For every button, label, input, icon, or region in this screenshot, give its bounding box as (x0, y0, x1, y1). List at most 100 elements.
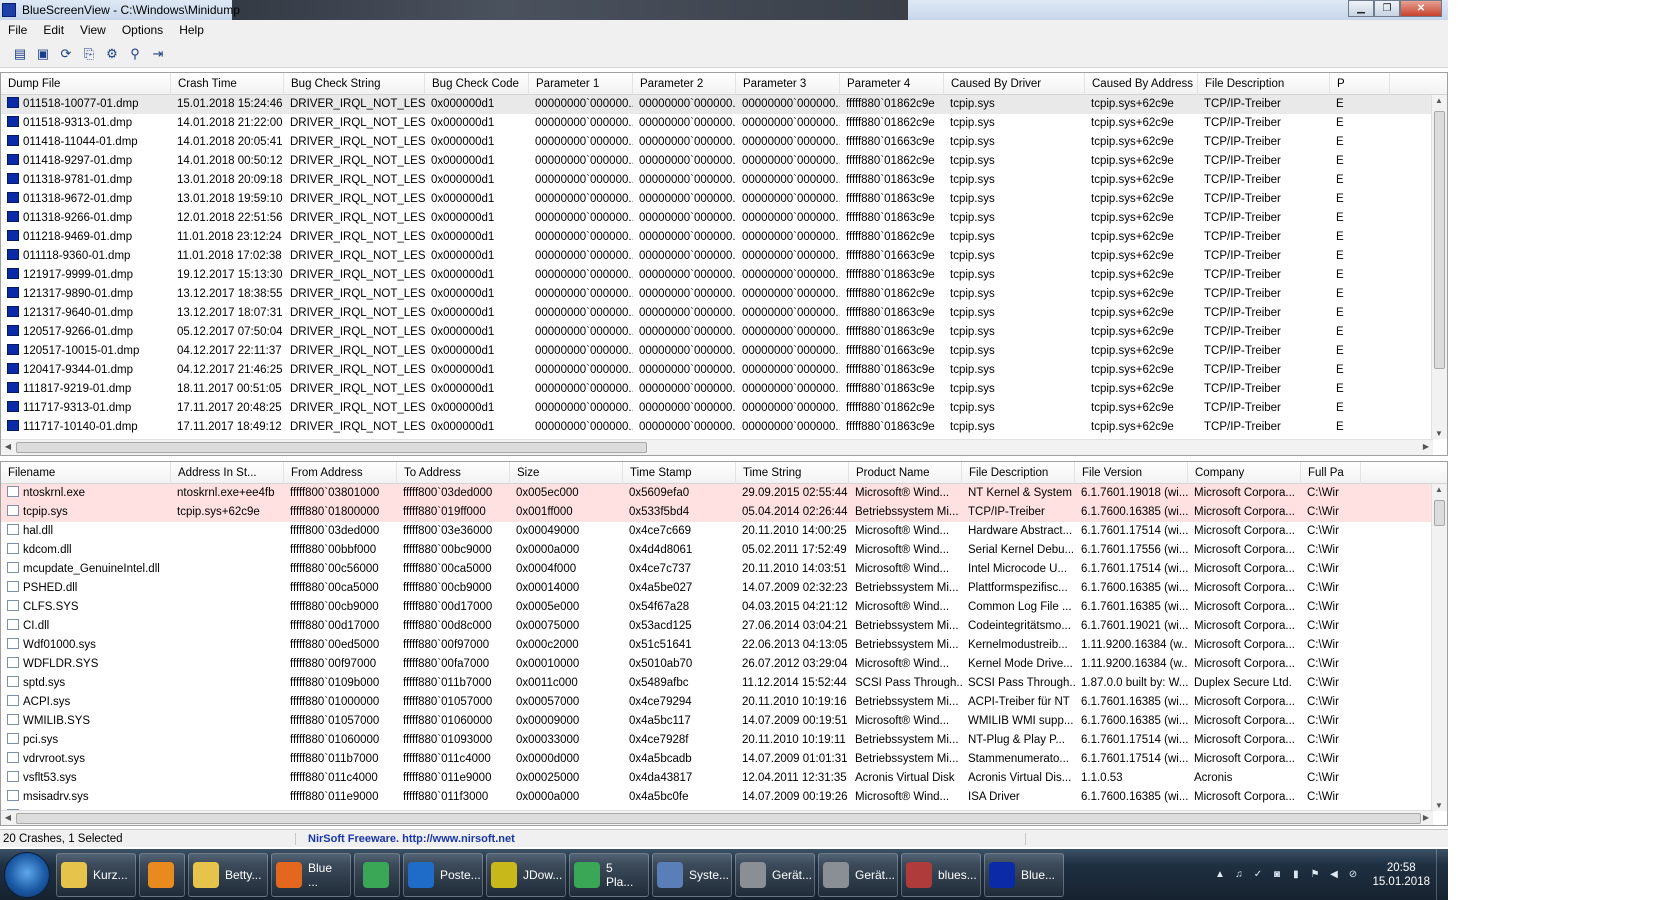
column-header-parameter-2[interactable]: Parameter 2 (633, 73, 736, 95)
driver-list-hscrollbar[interactable]: ◀ ▶ (1, 810, 1433, 825)
taskbar-bluescreenview[interactable]: Blue... (984, 852, 1064, 897)
column-header-parameter-3[interactable]: Parameter 3 (736, 73, 840, 95)
taskbar-system[interactable]: Syste... (652, 852, 732, 897)
driver-row[interactable]: PSHED.dll fffff880`00ca5000 fffff880`00cb9… (1, 579, 1433, 598)
column-header-caused-by-address[interactable]: Caused By Address (1085, 73, 1198, 95)
driver-row[interactable]: CLFS.SYS fffff880`00cb9000 fffff880`00d170… (1, 598, 1433, 617)
crash-row[interactable]: 121317-9640-01.dmp 13.12.2017 18:07:31 DRI… (1, 304, 1433, 323)
scroll-up-arrow[interactable]: ▲ (1432, 96, 1446, 105)
crash-row[interactable]: 011318-9672-01.dmp 13.01.2018 19:59:10 DRI… (1, 190, 1433, 209)
column-header-file-version[interactable]: File Version (1075, 462, 1188, 484)
media-tray-icon[interactable]: ♫ (1232, 868, 1245, 881)
driver-list-vscrollbar[interactable]: ▲ ▼ (1431, 484, 1447, 811)
advanced-options-icon[interactable]: ⚙ (102, 44, 122, 64)
column-header-bug-check-code[interactable]: Bug Check Code (425, 73, 529, 95)
save-icon[interactable]: ▣ (33, 44, 53, 64)
column-header-time-string[interactable]: Time String (736, 462, 849, 484)
crash-list-hscroll-thumb[interactable] (16, 442, 647, 453)
crash-row[interactable]: 011118-9360-01.dmp 11.01.2018 17:02:38 DRI… (1, 247, 1433, 266)
driver-row[interactable]: Wdf01000.sys fffff880`00ed5000 fffff880`00… (1, 636, 1433, 655)
driver-row[interactable]: vsflt53.sys fffff880`011c4000 fffff880`011… (1, 769, 1433, 788)
crash-row[interactable]: 120417-9344-01.dmp 04.12.2017 21:46:25 DRI… (1, 361, 1433, 380)
scroll-down-arrow[interactable]: ▼ (1432, 429, 1446, 438)
taskbar-device-2[interactable]: Gerät... (818, 852, 898, 897)
crash-row[interactable]: 011418-9297-01.dmp 14.01.2018 00:50:12 DRI… (1, 152, 1433, 171)
taskbar-explorer-betty[interactable]: Betty... (188, 852, 268, 897)
taskbar-jdownloader[interactable]: JDow... (486, 852, 566, 897)
taskbar-device-1[interactable]: Gerät... (735, 852, 815, 897)
scroll-left-arrow[interactable]: ◀ (1, 813, 15, 822)
taskbar-media-player[interactable] (139, 852, 185, 897)
start-button[interactable] (4, 851, 50, 898)
crash-row[interactable]: 011518-10077-01.dmp 15.01.2018 15:24:46 DR… (1, 95, 1433, 114)
scroll-down-arrow[interactable]: ▼ (1432, 801, 1446, 810)
crash-row[interactable]: 011318-9266-01.dmp 12.01.2018 22:51:56 DRI… (1, 209, 1433, 228)
menu-options[interactable]: Options (114, 23, 171, 37)
menu-view[interactable]: View (72, 23, 114, 37)
copy-icon[interactable]: ⎘ (79, 44, 99, 64)
column-header-from-address[interactable]: From Address (284, 462, 397, 484)
column-header-size[interactable]: Size (510, 462, 623, 484)
crash-list-vscroll-thumb[interactable] (1434, 111, 1445, 369)
column-header-address-in-stack[interactable]: Address In St... (171, 462, 284, 484)
update-tray-icon[interactable]: ✓ (1251, 868, 1264, 881)
crash-row[interactable]: 111817-9219-01.dmp 18.11.2017 00:51:05 DRI… (1, 380, 1433, 399)
column-header-parameter-1[interactable]: Parameter 1 (529, 73, 633, 95)
outlook-tray-icon[interactable]: ◙ (1270, 868, 1283, 881)
driver-row[interactable]: ACPI.sys fffff880`01000000 fffff880`010570… (1, 693, 1433, 712)
column-header-product-name[interactable]: Product Name (849, 462, 962, 484)
crash-row[interactable]: 111717-10140-01.dmp 17.11.2017 18:49:12 DR… (1, 418, 1433, 437)
crash-row[interactable]: 120517-10015-01.dmp 04.12.2017 22:11:37 DR… (1, 342, 1433, 361)
refresh-icon[interactable]: ⟳ (56, 44, 76, 64)
crash-row[interactable]: 011318-9781-01.dmp 13.01.2018 20:09:18 DRI… (1, 171, 1433, 190)
column-header-crash-time[interactable]: Crash Time (171, 73, 284, 95)
clock[interactable]: 20:58 15.01.2018 (1372, 861, 1430, 889)
crash-row[interactable]: 011218-9469-01.dmp 11.01.2018 23:12:24 DRI… (1, 228, 1433, 247)
driver-row[interactable]: msisadrv.sys fffff880`011e9000 fffff880`01… (1, 788, 1433, 807)
driver-row[interactable]: WDFLDR.SYS fffff880`00f97000 fffff880`00fa… (1, 655, 1433, 674)
taskbar-explorer-kurz[interactable]: Kurz... (56, 852, 136, 897)
minimize-button[interactable]: ▁ (1348, 0, 1374, 17)
driver-row[interactable]: vdrvroot.sys fffff880`011b7000 fffff880`01… (1, 750, 1433, 769)
scroll-right-arrow[interactable]: ▶ (1419, 442, 1433, 451)
crash-row[interactable]: 120517-9266-01.dmp 05.12.2017 07:50:04 DRI… (1, 323, 1433, 342)
column-header-filename[interactable]: Filename (1, 462, 171, 484)
nirsoft-link[interactable]: NirSoft Freeware. http://www.nirsoft.net (296, 832, 1026, 845)
driver-row[interactable]: mcupdate_GenuineIntel.dll fffff880`00c560… (1, 560, 1433, 579)
scroll-right-arrow[interactable]: ▶ (1419, 813, 1433, 822)
taskbar-outlook[interactable]: Poste... (403, 852, 483, 897)
taskbar-bluescreen-folder[interactable]: blues... (901, 852, 981, 897)
menu-file[interactable]: File (0, 23, 35, 37)
driver-row[interactable]: kdcom.dll fffff880`00bbf000 fffff880`00bc9… (1, 541, 1433, 560)
driver-list-vscroll-thumb[interactable] (1434, 500, 1445, 526)
close-button[interactable]: ✕ (1400, 0, 1442, 17)
taskbar-chrome[interactable] (354, 852, 400, 897)
driver-row[interactable]: tcpip.sys tcpip.sys+62c9e fffff880`0180000… (1, 503, 1433, 522)
column-header-time-stamp[interactable]: Time Stamp (623, 462, 736, 484)
column-header-full-path[interactable]: Full Pa (1301, 462, 1361, 484)
driver-list-hscroll-thumb[interactable] (16, 813, 1421, 824)
taskbar-firefox[interactable]: Blue ... (271, 852, 351, 897)
network-icon[interactable]: ▮ (1289, 868, 1302, 881)
show-hidden-icons-icon[interactable]: ▲ (1213, 868, 1226, 881)
column-header-file-description[interactable]: File Description (962, 462, 1075, 484)
column-header-bug-check-string[interactable]: Bug Check String (284, 73, 425, 95)
menu-help[interactable]: Help (171, 23, 212, 37)
properties-icon[interactable]: ▤ (10, 44, 30, 64)
column-header-processor[interactable]: P (1330, 73, 1390, 95)
column-header-to-address[interactable]: To Address (397, 462, 510, 484)
antivirus-icon[interactable]: ⊘ (1346, 868, 1359, 881)
crash-row[interactable]: 011418-11044-01.dmp 14.01.2018 20:05:41 DR… (1, 133, 1433, 152)
menu-edit[interactable]: Edit (35, 23, 72, 37)
driver-row[interactable]: sptd.sys fffff880`0109b000 fffff880`011b70… (1, 674, 1433, 693)
driver-row[interactable]: pci.sys fffff880`01060000 fffff880`0109300… (1, 731, 1433, 750)
driver-row[interactable]: WMILIB.SYS fffff880`01057000 fffff880`0106… (1, 712, 1433, 731)
column-header-parameter-4[interactable]: Parameter 4 (840, 73, 944, 95)
column-header-dump-file[interactable]: Dump File (1, 73, 171, 95)
taskbar-chrome-5[interactable]: 5 Pla... (569, 852, 649, 897)
crash-row[interactable]: 121917-9999-01.dmp 19.12.2017 15:13:30 DRI… (1, 266, 1433, 285)
column-header-caused-by-driver[interactable]: Caused By Driver (944, 73, 1085, 95)
driver-row[interactable]: ntoskrnl.exe ntoskrnl.exe+ee4fb fffff800`0… (1, 484, 1433, 503)
crash-list-hscrollbar[interactable]: ◀ ▶ (1, 439, 1433, 455)
exit-icon[interactable]: ⇥ (148, 44, 168, 64)
